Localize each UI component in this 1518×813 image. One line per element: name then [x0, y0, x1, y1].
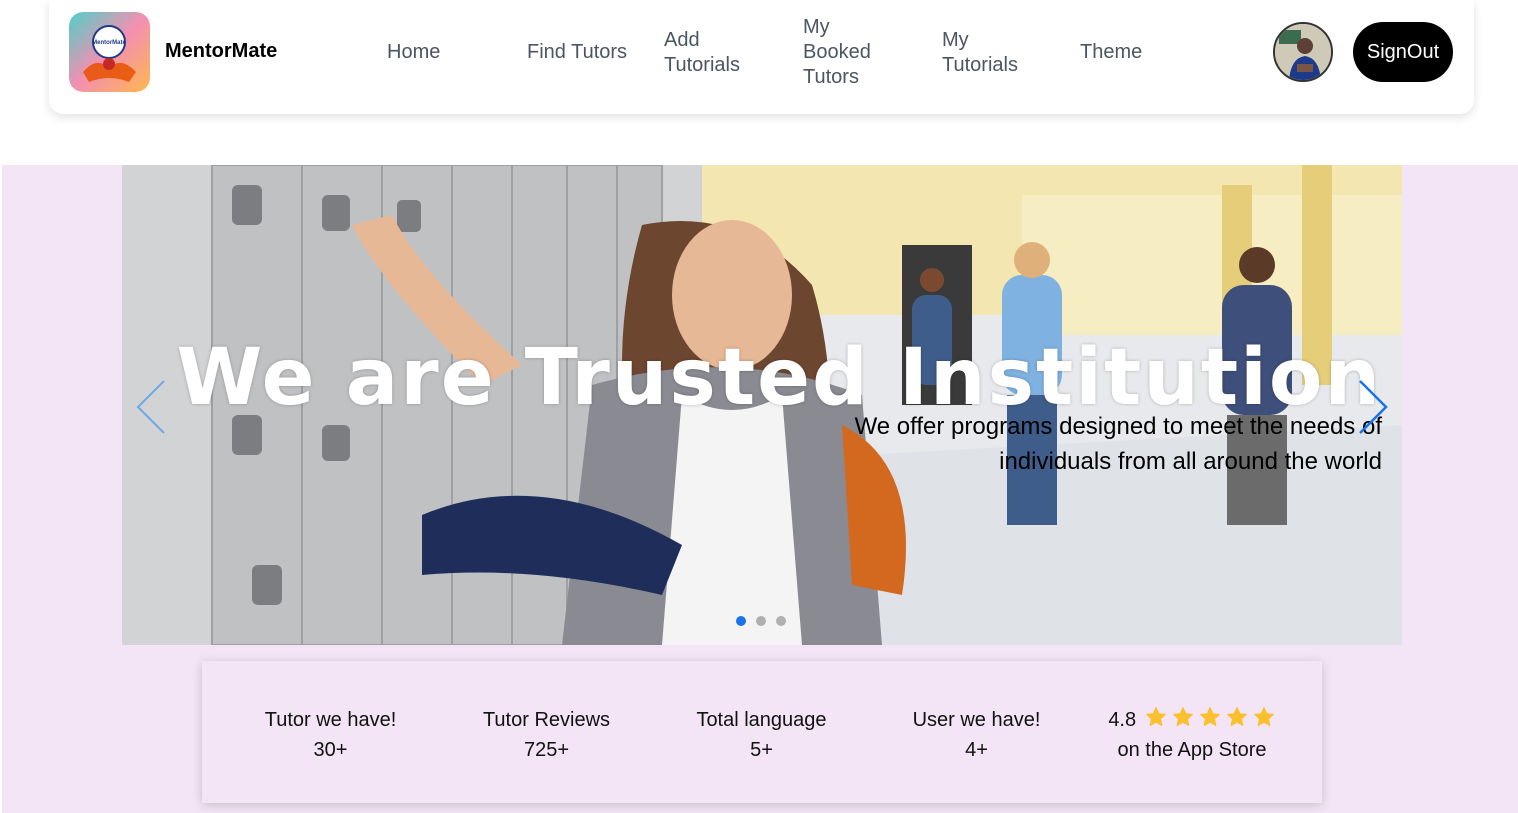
stat-label: Total language [696, 709, 827, 731]
rating-value: 4.8 [1108, 709, 1137, 731]
nav-my-tutorials[interactable]: My Tutorials [942, 28, 1018, 78]
stat-reviews: Tutor Reviews 725+ [439, 705, 654, 765]
avatar-image [1275, 24, 1331, 80]
brand-name[interactable]: MentorMate [165, 40, 277, 63]
logo-text: MentorMate [92, 40, 126, 46]
carousel-next-button[interactable] [1354, 377, 1390, 437]
nav-find-tutors[interactable]: Find Tutors [527, 40, 627, 65]
carousel-dot-1[interactable] [736, 616, 746, 626]
stat-label: Tutor we have! [264, 709, 397, 731]
carousel-dots [736, 616, 786, 626]
star-icon [1253, 707, 1274, 726]
star-icon [1226, 707, 1247, 726]
rating-caption: on the App Store [1117, 739, 1267, 761]
stat-label: User we have! [912, 709, 1041, 731]
logo-image: MentorMate [69, 12, 150, 92]
star-icon [1172, 707, 1193, 726]
carousel-dot-3[interactable] [776, 616, 786, 626]
nav-my-booked-tutors[interactable]: My Booked Tutors [803, 15, 871, 90]
stat-value: 4+ [965, 739, 988, 761]
stat-languages: Total language 5+ [654, 705, 869, 765]
stat-value: 5+ [750, 739, 773, 761]
star-icon [1199, 707, 1220, 726]
signout-button[interactable]: SignOut [1353, 22, 1453, 82]
nav-home[interactable]: Home [387, 40, 440, 65]
brand-logo[interactable]: MentorMate [69, 12, 150, 92]
nav-add-tutorials[interactable]: Add Tutorials [664, 28, 740, 78]
stats-card: Tutor we have! 30+ Tutor Reviews 725+ To… [202, 661, 1322, 803]
stat-users: User we have! 4+ [869, 705, 1084, 765]
navbar: MentorMate MentorMate Home Find Tutors A… [49, 0, 1474, 114]
nav-theme[interactable]: Theme [1080, 40, 1142, 65]
stat-value: 725+ [523, 739, 570, 761]
stat-value: 30+ [313, 739, 348, 761]
stat-rating: 4.8 on the App Store [1082, 705, 1302, 765]
carousel-prev-button[interactable] [134, 377, 170, 437]
rating-stars [1144, 706, 1276, 728]
star-icon [1145, 707, 1166, 726]
stat-label: Tutor Reviews [482, 709, 611, 731]
user-avatar[interactable] [1273, 22, 1333, 82]
hero-subtitle: We offer programs designed to meet the n… [854, 413, 1382, 475]
chevron-right-icon [1359, 380, 1388, 434]
hero-carousel: We are Trusted Institution We offer prog… [122, 165, 1402, 645]
carousel-dot-2[interactable] [756, 616, 766, 626]
chevron-left-icon [136, 380, 165, 434]
stat-tutors: Tutor we have! 30+ [223, 705, 438, 765]
